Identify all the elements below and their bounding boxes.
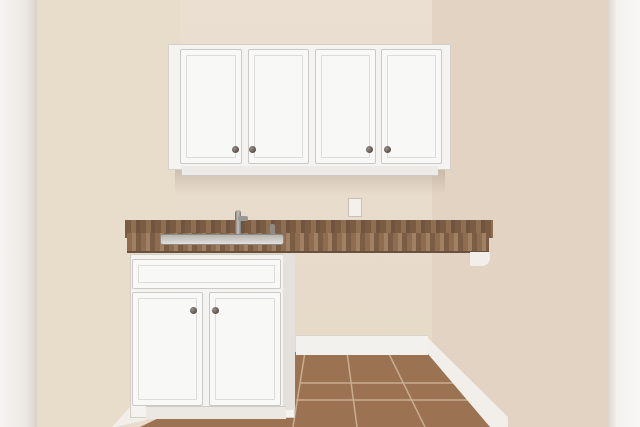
base-cabinet-door-right[interactable] [209,292,281,406]
upper-knob-4[interactable] [384,146,391,153]
upper-knob-3[interactable] [366,146,373,153]
base-knob-right[interactable] [212,307,219,314]
wall-outlet [348,198,362,217]
base-knob-left[interactable] [190,307,197,314]
upper-knob-2[interactable] [249,146,256,153]
right-door-frame [607,0,640,427]
faucet[interactable] [235,210,241,234]
base-cabinet-side [283,254,295,410]
base-cabinet-toekick [146,406,286,419]
faucet-handle[interactable] [270,224,275,234]
upper-cabinet-bottom-rail [182,166,438,176]
base-cabinet-drawer-front[interactable] [132,259,281,289]
counter-bracket [470,252,490,266]
laundry-nook-photo [0,0,640,427]
sink [160,234,284,245]
upper-cabinet-door-2[interactable] [248,49,309,164]
upper-knob-1[interactable] [232,146,239,153]
left-door-frame [0,0,37,427]
faucet-spout [238,216,248,221]
